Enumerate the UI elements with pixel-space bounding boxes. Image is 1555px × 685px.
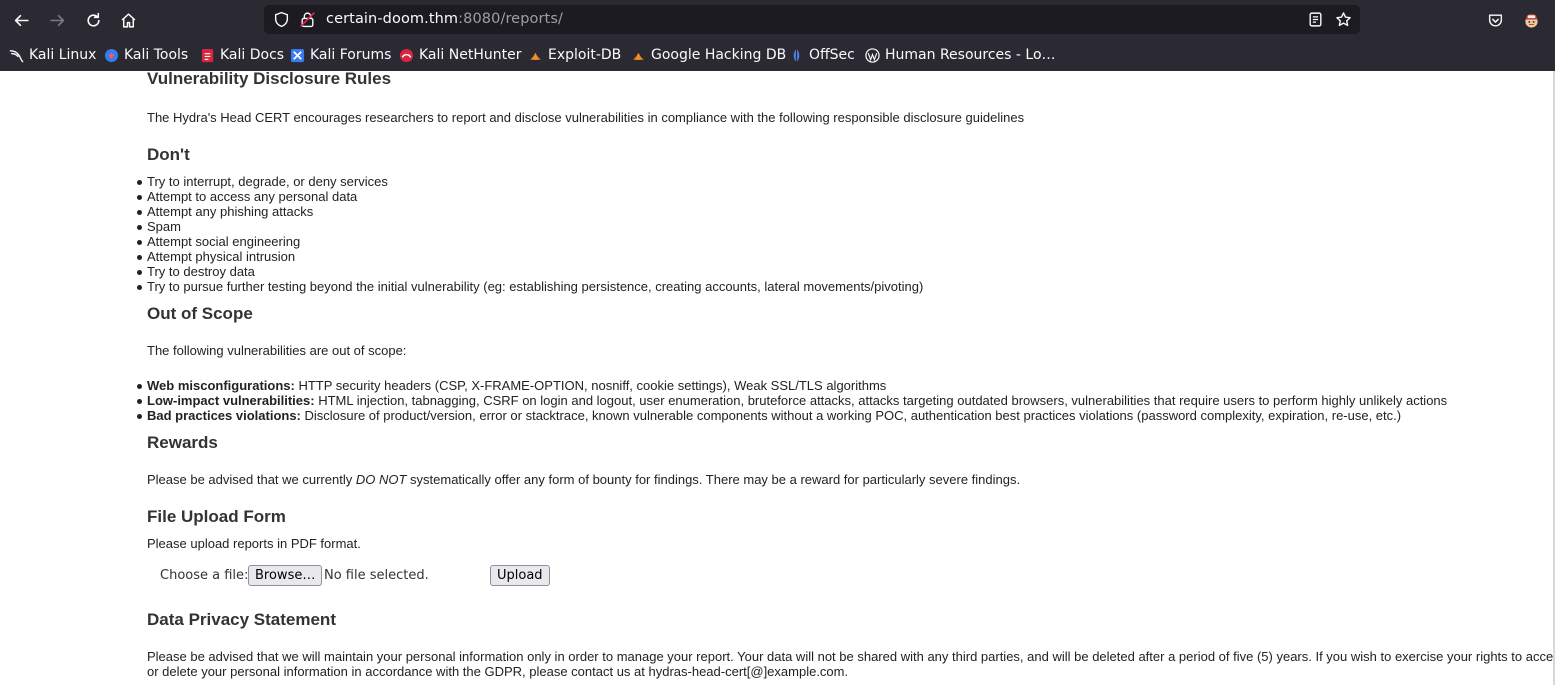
- reader-view-icon[interactable]: [1307, 11, 1324, 28]
- rewards-text: Please be advised that we currently DO N…: [147, 472, 1020, 487]
- bookmark-kali-tools[interactable]: Kali Tools: [104, 45, 188, 65]
- home-icon: [121, 12, 135, 28]
- bookmark-human-resources[interactable]: Human Resources - Lo…: [865, 45, 1056, 65]
- bookmark-kali-linux[interactable]: Kali Linux: [9, 45, 96, 65]
- pocket-button[interactable]: [1480, 5, 1510, 35]
- dont-heading: Don't: [147, 145, 190, 164]
- bookmark-kali-nethunter[interactable]: Kali NetHunter: [399, 45, 521, 65]
- bookmark-label: Kali NetHunter: [419, 47, 522, 63]
- kali-forums-icon: [290, 48, 305, 62]
- scope-term: Bad practices violations:: [147, 408, 301, 423]
- data-privacy-heading: Data Privacy Statement: [147, 610, 336, 629]
- list-item: Attempt any phishing attacks: [136, 204, 923, 219]
- rewards-heading: Rewards: [147, 433, 218, 452]
- scope-desc: HTTP security headers (CSP, X-FRAME-OPTI…: [294, 378, 887, 393]
- pocket-icon: [1488, 13, 1502, 26]
- out-of-scope-heading: Out of Scope: [147, 304, 253, 323]
- privacy-text-line1: Please be advised that we will maintain …: [147, 649, 1555, 664]
- list-item: Try to destroy data: [136, 264, 923, 279]
- kali-docs-icon: [201, 48, 214, 62]
- choose-file-label: Choose a file:: [160, 568, 249, 583]
- bookmarks-toolbar: Kali Linux Kali Tools Kali Docs Kali For…: [0, 40, 1555, 71]
- list-item: Spam: [136, 219, 923, 234]
- rewards-text-emphasis: DO NOT: [355, 472, 407, 487]
- rewards-text-after: systematically offer any form of bounty …: [406, 472, 1021, 487]
- address-bar[interactable]: certain-doom.thm:8080/reports/: [264, 5, 1360, 34]
- insecure-lock-icon[interactable]: [299, 11, 316, 28]
- account-avatar-icon: [1524, 13, 1538, 28]
- out-of-scope-intro: The following vulnerabilities are out of…: [147, 343, 407, 358]
- url-host: certain-doom.thm: [326, 11, 459, 27]
- list-item: Attempt social engineering: [136, 234, 923, 249]
- kali-tools-icon: [104, 48, 119, 62]
- upload-hint: Please upload reports in PDF format.: [147, 536, 361, 551]
- dont-list: Try to interrupt, degrade, or deny servi…: [136, 174, 924, 294]
- list-item: Bad practices violations: Disclosure of …: [136, 408, 1447, 423]
- browse-button[interactable]: Browse…: [248, 565, 323, 586]
- offsec-icon: [793, 48, 800, 62]
- scope-term: Low-impact vulnerabilities:: [147, 393, 315, 408]
- back-button[interactable]: [6, 5, 36, 35]
- bookmark-google-hacking-db[interactable]: Google Hacking DB: [631, 45, 786, 65]
- kali-nethunter-icon: [399, 48, 414, 62]
- profile-button[interactable]: [1516, 5, 1546, 35]
- wordpress-icon: [865, 47, 880, 63]
- list-item: Web misconfigurations: HTTP security hea…: [136, 378, 1447, 393]
- bookmark-kali-forums[interactable]: Kali Forums: [290, 45, 391, 65]
- list-item: Attempt to access any personal data: [136, 189, 923, 204]
- navigation-toolbar: certain-doom.thm:8080/reports/: [0, 0, 1555, 40]
- file-status: No file selected.: [324, 568, 429, 583]
- out-of-scope-list: Web misconfigurations: HTTP security hea…: [136, 378, 1448, 423]
- bookmark-offsec[interactable]: OffSec: [789, 45, 855, 65]
- scope-term: Web misconfigurations:: [147, 378, 295, 393]
- url-path: :8080/reports/: [458, 11, 563, 27]
- intro-text: The Hydra's Head CERT encourages researc…: [147, 110, 1025, 125]
- privacy-text-line2: or delete your personal information in a…: [147, 664, 849, 679]
- browser-chrome: certain-doom.thm:8080/reports/ Kali Linu…: [0, 0, 1555, 71]
- bookmark-label: Kali Linux: [29, 47, 97, 63]
- list-item: Attempt physical intrusion: [136, 249, 923, 264]
- bookmark-label: Human Resources - Lo…: [885, 47, 1056, 63]
- rewards-text-before: Please be advised that we currently: [147, 472, 356, 487]
- page-content: Vulnerability Disclosure Rules The Hydra…: [0, 71, 1555, 685]
- shield-icon[interactable]: [273, 11, 290, 28]
- reload-button[interactable]: [78, 5, 108, 35]
- reload-icon: [86, 12, 100, 27]
- bookmark-label: OffSec: [809, 47, 855, 63]
- exploit-db-icon: [529, 52, 542, 60]
- bookmark-kali-docs[interactable]: Kali Docs: [200, 45, 284, 65]
- bookmark-label: Exploit-DB: [548, 47, 622, 63]
- bookmark-label: Google Hacking DB: [651, 47, 787, 63]
- upload-button[interactable]: Upload: [490, 565, 550, 586]
- bookmark-label: Kali Docs: [220, 47, 285, 63]
- file-upload-heading: File Upload Form: [147, 507, 286, 526]
- scope-desc: HTML injection, tabnagging, CSRF on logi…: [314, 393, 1448, 408]
- bookmark-exploit-db[interactable]: Exploit-DB: [528, 45, 621, 65]
- list-item: Try to interrupt, degrade, or deny servi…: [136, 174, 923, 189]
- page-title: Vulnerability Disclosure Rules: [147, 71, 392, 88]
- forward-button[interactable]: [42, 5, 72, 35]
- arrow-right-icon: [49, 14, 64, 26]
- kali-dragon-icon: [9, 49, 24, 62]
- ghdb-icon: [632, 52, 645, 60]
- bookmark-label: Kali Tools: [124, 47, 189, 63]
- home-button[interactable]: [113, 5, 143, 35]
- bookmark-label: Kali Forums: [310, 47, 392, 63]
- arrow-left-icon: [14, 14, 29, 26]
- url-text[interactable]: certain-doom.thm:8080/reports/: [326, 11, 563, 27]
- bookmark-star-icon[interactable]: [1335, 11, 1352, 28]
- list-item: Try to pursue further testing beyond the…: [136, 279, 924, 294]
- list-item: Low-impact vulnerabilities: HTML injecti…: [136, 393, 1448, 408]
- scope-desc: Disclosure of product/version, error or …: [300, 408, 1402, 423]
